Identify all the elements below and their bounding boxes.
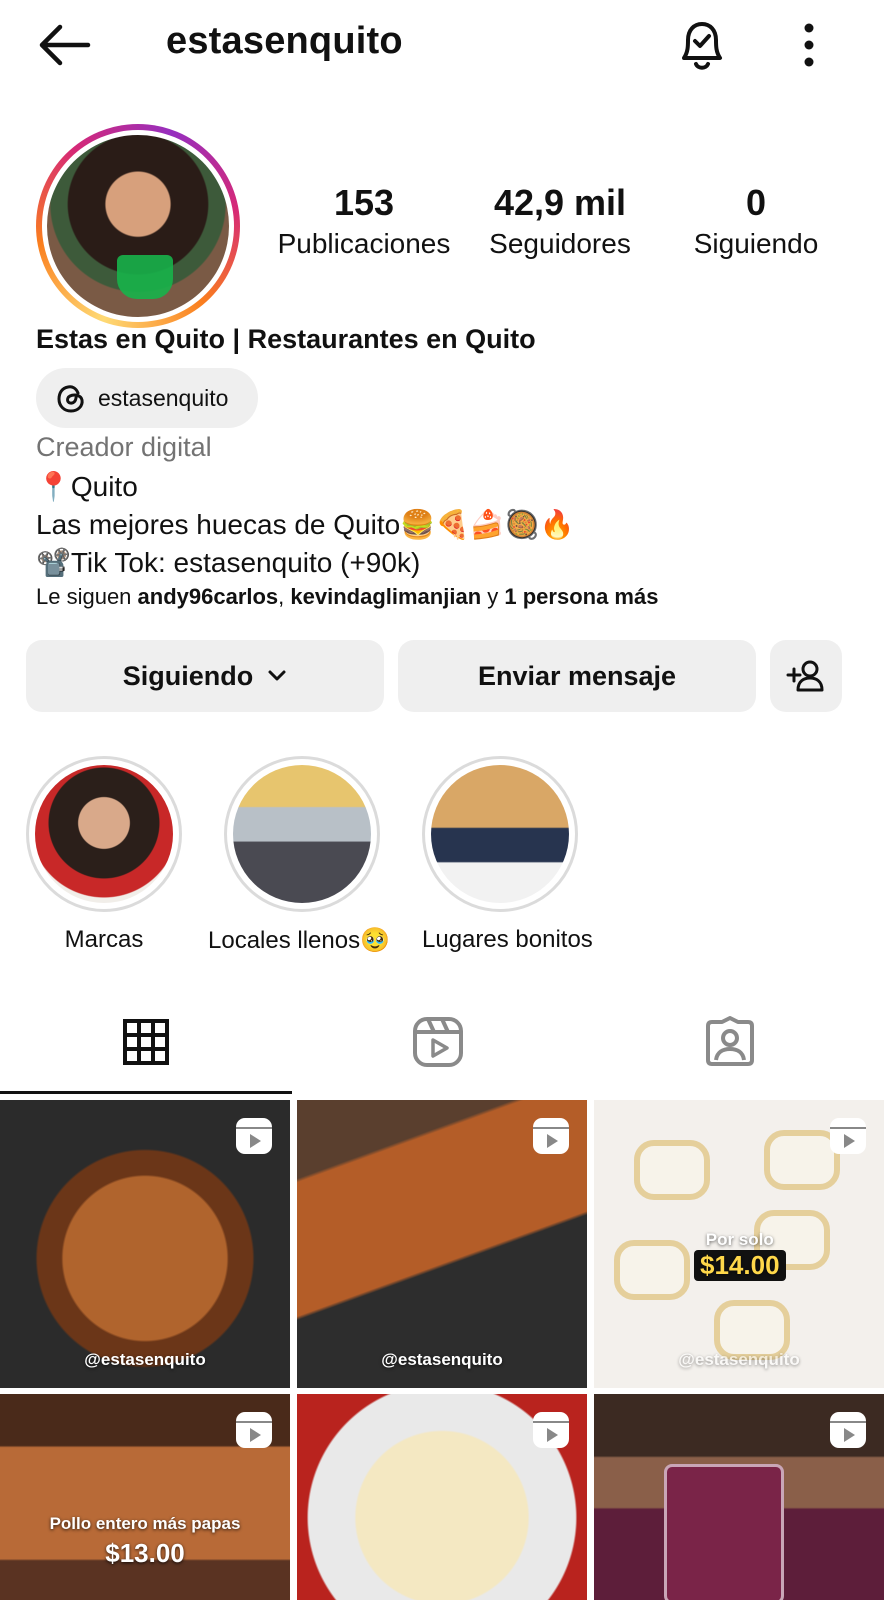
highlight-cover bbox=[431, 765, 569, 903]
more-vertical-icon bbox=[804, 23, 814, 67]
threads-badge[interactable]: estasenquito bbox=[36, 368, 258, 428]
profile-tabs bbox=[0, 990, 884, 1094]
stat-followers[interactable]: 42,9 mil Seguidores bbox=[470, 182, 650, 260]
sushi-piece bbox=[634, 1140, 710, 1200]
bell-check-icon bbox=[682, 22, 722, 70]
following-button-label: Siguiendo bbox=[122, 660, 254, 691]
highlight-label: Lugares bonitos bbox=[422, 926, 593, 953]
price-tag: Por solo $14.00 bbox=[694, 1230, 786, 1281]
add-user-icon bbox=[786, 660, 824, 692]
followers-more-link[interactable]: 1 persona más bbox=[504, 584, 658, 609]
price-value: $14.00 bbox=[694, 1250, 786, 1281]
send-message-button[interactable]: Enviar mensaje bbox=[398, 640, 756, 712]
back-button[interactable] bbox=[34, 22, 94, 68]
followers-label: Seguidores bbox=[489, 228, 631, 259]
post-thumbnail[interactable] bbox=[297, 1394, 587, 1600]
reel-icon bbox=[830, 1412, 866, 1448]
followed-by-middle: y bbox=[481, 584, 505, 609]
highlight-label: Marcas bbox=[64, 926, 144, 953]
tab-tagged[interactable] bbox=[584, 990, 876, 1094]
suggested-users-button[interactable] bbox=[770, 640, 842, 712]
bio-tagline: Las mejores huecas de Quito🍔🍕🍰🥘🔥 bbox=[36, 509, 575, 540]
price-prefix: Por solo bbox=[705, 1230, 774, 1249]
juice-pitcher bbox=[664, 1464, 784, 1600]
avatar-image bbox=[47, 135, 229, 317]
send-message-label: Enviar mensaje bbox=[477, 660, 677, 691]
sushi-piece bbox=[614, 1240, 690, 1300]
following-count: 0 bbox=[745, 182, 767, 223]
posts-count: 153 bbox=[333, 182, 395, 223]
posts-grid: @estasenquito @estasenquito Por solo $14… bbox=[0, 1100, 884, 1600]
highlight-marcas[interactable]: Marcas bbox=[26, 756, 182, 954]
post-thumbnail[interactable] bbox=[594, 1394, 884, 1600]
caption-text: Pollo entero más papas bbox=[49, 1514, 241, 1533]
stat-following[interactable]: 0 Siguiendo bbox=[666, 182, 846, 260]
profile-full-name: Estas en Quito | Restaurantes en Quito bbox=[36, 324, 536, 354]
follower-link-1[interactable]: andy96carlos bbox=[138, 584, 279, 609]
post-thumbnail[interactable]: @estasenquito bbox=[0, 1100, 290, 1388]
arrow-left-icon bbox=[39, 24, 91, 66]
stat-posts[interactable]: 153 Publicaciones bbox=[274, 182, 454, 260]
bio-location: 📍Quito bbox=[36, 471, 138, 502]
threads-icon bbox=[57, 385, 84, 413]
post-watermark: @estasenquito bbox=[84, 1350, 206, 1369]
reel-icon bbox=[236, 1412, 272, 1448]
bio-tiktok: 📽️Tik Tok: estasenquito (+90k) bbox=[36, 547, 421, 578]
profile-username: estasenquito bbox=[166, 20, 403, 62]
chevron-down-icon bbox=[268, 670, 286, 681]
following-label: Siguiendo bbox=[693, 228, 819, 259]
follower-link-2[interactable]: kevindaglimanjian bbox=[290, 584, 481, 609]
profile-category: Creador digital bbox=[36, 432, 212, 462]
post-watermark: @estasenquito bbox=[381, 1350, 503, 1369]
highlight-label: Locales llenos🥹 bbox=[208, 927, 390, 954]
highlight-cover bbox=[233, 765, 371, 903]
tagged-icon bbox=[706, 1016, 754, 1066]
following-button[interactable]: Siguiendo bbox=[26, 640, 384, 712]
post-caption: Pollo entero más papas $13.00 bbox=[40, 1514, 250, 1569]
notifications-button[interactable] bbox=[674, 16, 730, 74]
followed-by-separator: , bbox=[278, 584, 291, 609]
reels-icon bbox=[413, 1017, 463, 1067]
active-tab-indicator bbox=[0, 1091, 292, 1094]
grid-icon bbox=[123, 1019, 169, 1065]
post-thumbnail[interactable]: Pollo entero más papas $13.00 bbox=[0, 1394, 290, 1600]
profile-avatar[interactable] bbox=[36, 124, 240, 328]
highlight-lugares-bonitos[interactable]: Lugares bonitos bbox=[422, 756, 593, 954]
post-thumbnail[interactable]: @estasenquito bbox=[297, 1100, 587, 1388]
highlight-locales-llenos[interactable]: Locales llenos🥹 bbox=[208, 756, 390, 955]
threads-handle: estasenquito bbox=[98, 384, 229, 411]
reel-icon bbox=[236, 1118, 272, 1154]
followed-by-prefix: Le siguen bbox=[36, 584, 138, 609]
reel-icon bbox=[533, 1118, 569, 1154]
posts-label: Publicaciones bbox=[277, 228, 451, 259]
reel-icon bbox=[533, 1412, 569, 1448]
reel-icon bbox=[830, 1118, 866, 1154]
tab-posts-grid[interactable] bbox=[0, 990, 292, 1094]
followed-by-text[interactable]: Le siguen andy96carlos, kevindaglimanjia… bbox=[36, 584, 658, 610]
top-bar: estasenquito bbox=[0, 0, 884, 90]
tab-reels[interactable] bbox=[292, 990, 584, 1094]
post-thumbnail[interactable]: Por solo $14.00 @estasenquito bbox=[594, 1100, 884, 1388]
more-options-button[interactable] bbox=[796, 20, 822, 70]
caption-price: $13.00 bbox=[105, 1538, 185, 1568]
followers-count: 42,9 mil bbox=[493, 182, 627, 223]
post-watermark: @estasenquito bbox=[678, 1350, 800, 1369]
highlight-cover bbox=[35, 765, 173, 903]
